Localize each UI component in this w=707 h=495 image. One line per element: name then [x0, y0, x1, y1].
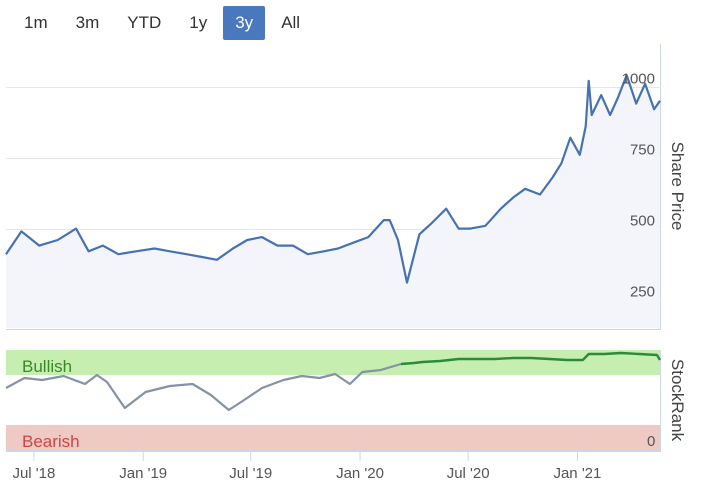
- x-tick-label-0: Jul '18: [12, 465, 55, 482]
- bearish-band-label: Bearish: [22, 432, 80, 451]
- bullish-band: [6, 350, 661, 375]
- x-tick-label-4: Jul '20: [447, 465, 490, 482]
- price-tick-250: 250: [630, 284, 655, 301]
- price-axis-title: Share Price: [668, 142, 687, 231]
- price-tick-750: 750: [630, 142, 655, 159]
- x-tick-label-2: Jul '19: [229, 465, 272, 482]
- rank-axis-title: StockRank: [668, 359, 687, 442]
- chart-svg: 250 500 750 1000 Share Price Bullish Bearis…: [5, 44, 687, 482]
- price-tick-500: 500: [630, 213, 655, 230]
- rank-zero-tick: 0: [647, 433, 655, 450]
- x-axis: Jul '18 Jan '19 Jul '19 Jan '20 Jul '20 Jan '…: [6, 451, 661, 482]
- bullish-band-label: Bullish: [22, 357, 72, 376]
- bearish-band: [6, 425, 661, 450]
- price-tick-1000: 1000: [622, 71, 655, 88]
- x-tick-label-5: Jan '21: [553, 465, 601, 482]
- x-tick-label-3: Jan '20: [336, 465, 384, 482]
- x-tick-label-1: Jan '19: [119, 465, 167, 482]
